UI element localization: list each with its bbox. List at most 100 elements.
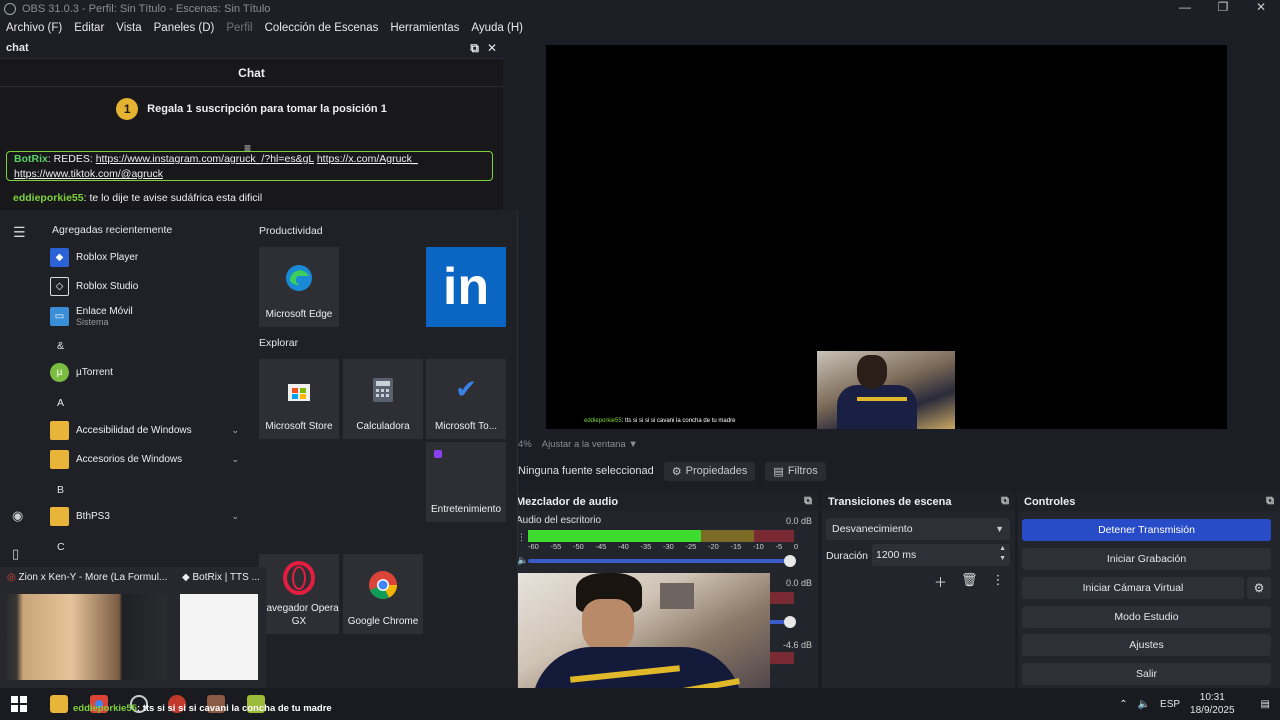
menu-editar[interactable]: Editar xyxy=(74,22,104,34)
documents-icon[interactable]: ▯ xyxy=(12,546,19,562)
menu-paneles[interactable]: Paneles (D) xyxy=(154,22,215,34)
tile-calculadora[interactable]: Calculadora xyxy=(343,359,423,439)
undock-icon[interactable]: ⧉ xyxy=(1001,495,1009,508)
chrome-icon xyxy=(369,570,397,599)
speaker-icon[interactable]: 🔈 xyxy=(517,555,528,566)
menu-ayuda[interactable]: Ayuda (H) xyxy=(471,22,523,34)
pinned-user[interactable]: BotRix xyxy=(14,153,48,165)
windows-start-icon[interactable] xyxy=(10,695,28,713)
zoom-bar: 4% Ajustar a la ventana ▼ xyxy=(518,438,818,450)
preview-canvas[interactable]: eddieporkie55: tts si si si si cavani la… xyxy=(546,45,1227,429)
notification-icon[interactable]: ▤ xyxy=(1261,699,1270,710)
linkedin-icon: in xyxy=(442,257,490,316)
channel-db: -4.6 dB xyxy=(782,640,812,650)
transitions-title: Transiciones de escena xyxy=(828,495,952,508)
pinned-link-x[interactable]: https://x.com/Agruck_ xyxy=(317,153,418,165)
speaker-icon[interactable]: 🔈 xyxy=(1138,699,1150,710)
studio-mode-button[interactable]: Modo Estudio xyxy=(1022,606,1271,628)
menu-bar: Archivo (F) Editar Vista Paneles (D) Per… xyxy=(0,18,1280,38)
tile-google-chrome[interactable]: Google Chrome xyxy=(343,554,423,634)
tile-linkedin[interactable]: in xyxy=(426,247,506,327)
menu-archivo[interactable]: Archivo (F) xyxy=(6,22,62,34)
meter-tick-label: 0 xyxy=(793,542,798,551)
exit-button[interactable]: Salir xyxy=(1022,663,1271,685)
menu-vista[interactable]: Vista xyxy=(116,22,141,34)
settings-button[interactable]: Ajustes xyxy=(1022,634,1271,656)
menu-perfil[interactable]: Perfil xyxy=(226,22,252,34)
chat-message: eddieporkie55: te lo dije te avise sudáf… xyxy=(13,192,262,204)
roblox-icon: ◆ xyxy=(50,247,69,267)
start-recording-button[interactable]: Iniciar Grabación xyxy=(1022,548,1271,570)
chat-dock-title: chat xyxy=(6,42,29,54)
folder-accesorios[interactable]: Accesorios de Windows ⌄ xyxy=(50,447,242,471)
add-transition-icon[interactable]: ＋ xyxy=(934,572,947,591)
chevron-down-icon: ⌄ xyxy=(231,510,239,521)
undock-icon[interactable]: ⧉ xyxy=(804,495,812,508)
no-source-label: Ninguna fuente seleccionad xyxy=(518,465,654,477)
app-enlace-movil[interactable]: ▭ Enlace Móvil Sistema xyxy=(50,302,242,330)
duration-input[interactable]: 1200 ms ▲ ▼ xyxy=(872,544,1010,566)
gear-icon: ⚙ xyxy=(671,465,682,478)
webcam-source-thumbnail[interactable] xyxy=(817,351,955,429)
app-roblox-player[interactable]: ◆ Roblox Player xyxy=(50,245,242,269)
chat-message-user[interactable]: eddieporkie55 xyxy=(13,192,84,204)
language-indicator[interactable]: ESP xyxy=(1160,699,1180,710)
minimize-icon[interactable]: — xyxy=(1166,0,1204,14)
hamburger-icon[interactable]: ☰ xyxy=(13,224,26,241)
trash-icon[interactable]: 🗑 xyxy=(961,572,978,591)
folder-bthps3[interactable]: BthPS3 ⌄ xyxy=(50,504,242,528)
checkmark-icon: ✔ xyxy=(455,374,477,404)
app-utorrent[interactable]: µ µTorrent xyxy=(50,360,242,384)
tile-opera-gx[interactable]: Navegador Opera GX xyxy=(259,554,339,634)
virtual-camera-button[interactable]: Iniciar Cámara Virtual xyxy=(1022,577,1244,599)
meter-tick-label: -20 xyxy=(708,542,719,551)
obs-logo-icon xyxy=(4,3,16,15)
chevron-down-icon: ⌄ xyxy=(231,453,239,464)
transitions-dock: Transiciones de escena ⧉ Desvanecimiento ▼… xyxy=(822,492,1015,688)
tile-microsoft-edge[interactable]: Microsoft Edge xyxy=(259,247,339,327)
properties-button[interactable]: ⚙ Propiedades xyxy=(663,461,756,481)
undock-icon[interactable]: ⧉ xyxy=(1266,495,1274,508)
dock-close-icon[interactable]: ✕ xyxy=(487,41,497,56)
maximize-icon[interactable]: ❐ xyxy=(1204,0,1242,14)
pinned-link-tiktok[interactable]: https://www.tiktok.com/@agruck xyxy=(14,168,163,180)
filters-button[interactable]: ▤ Filtros xyxy=(765,461,826,481)
undock-icon[interactable]: ⧉ xyxy=(470,41,479,56)
preview-window-title[interactable]: ◆ BotRix | TTS ... xyxy=(182,572,260,583)
more-menu-icon[interactable]: ⋮ xyxy=(992,572,1005,591)
fit-window-dropdown[interactable]: Ajustar a la ventana ▼ xyxy=(542,439,638,450)
meter-tick-label: -35 xyxy=(640,542,652,551)
controls-title: Controles xyxy=(1024,495,1076,508)
tile-microsoft-store[interactable]: Microsoft Store xyxy=(259,359,339,439)
tray-chevron-icon[interactable]: ⌃ xyxy=(1119,699,1127,710)
letter-header[interactable]: & xyxy=(57,340,64,352)
menu-herramientas[interactable]: Herramientas xyxy=(390,22,459,34)
tile-microsoft-todo[interactable]: ✔ Microsoft To... xyxy=(426,359,506,439)
pinned-link-instagram[interactable]: https://www.instagram.com/agruck_/?hl=es… xyxy=(96,153,314,165)
preview-window-title[interactable]: ◎ Zion x Ken-Y - More (La Formul... xyxy=(7,572,167,583)
letter-header[interactable]: C xyxy=(57,541,65,553)
store-icon xyxy=(288,383,310,401)
clock[interactable]: 10:31 18/9/2025 xyxy=(1190,691,1235,717)
letter-header[interactable]: A xyxy=(57,397,64,409)
close-icon[interactable]: ✕ xyxy=(1242,0,1280,14)
user-avatar-icon[interactable]: ◉ xyxy=(12,508,23,524)
channel-menu-icon[interactable]: ⋮ xyxy=(517,532,526,543)
app-roblox-studio[interactable]: ◇ Roblox Studio xyxy=(50,274,242,298)
letter-header[interactable]: B xyxy=(57,484,64,496)
volume-slider[interactable] xyxy=(528,555,796,567)
meter-tick-label: -10 xyxy=(753,542,764,551)
menu-coleccion[interactable]: Colección de Escenas xyxy=(265,22,379,34)
virtual-camera-settings-icon[interactable]: ⚙ xyxy=(1247,577,1271,599)
file-explorer-icon[interactable] xyxy=(50,695,68,713)
preview-thumbnail[interactable] xyxy=(7,594,167,680)
tile-entretenimiento[interactable]: Entretenimiento xyxy=(426,442,506,522)
stop-stream-button[interactable]: Detener Transmisión xyxy=(1022,519,1271,541)
folder-accesibilidad[interactable]: Accesibilidad de Windows ⌄ xyxy=(50,418,242,442)
preview-thumbnail[interactable] xyxy=(180,594,258,680)
gift-leaderboard[interactable]: 1 Regala 1 suscripción para tomar la pos… xyxy=(0,98,503,120)
rank-badge: 1 xyxy=(116,98,139,120)
meter-tick-label: -60 xyxy=(528,542,539,551)
transition-select[interactable]: Desvanecimiento ▼ xyxy=(826,518,1010,540)
explore-heading: Explorar xyxy=(259,337,299,349)
